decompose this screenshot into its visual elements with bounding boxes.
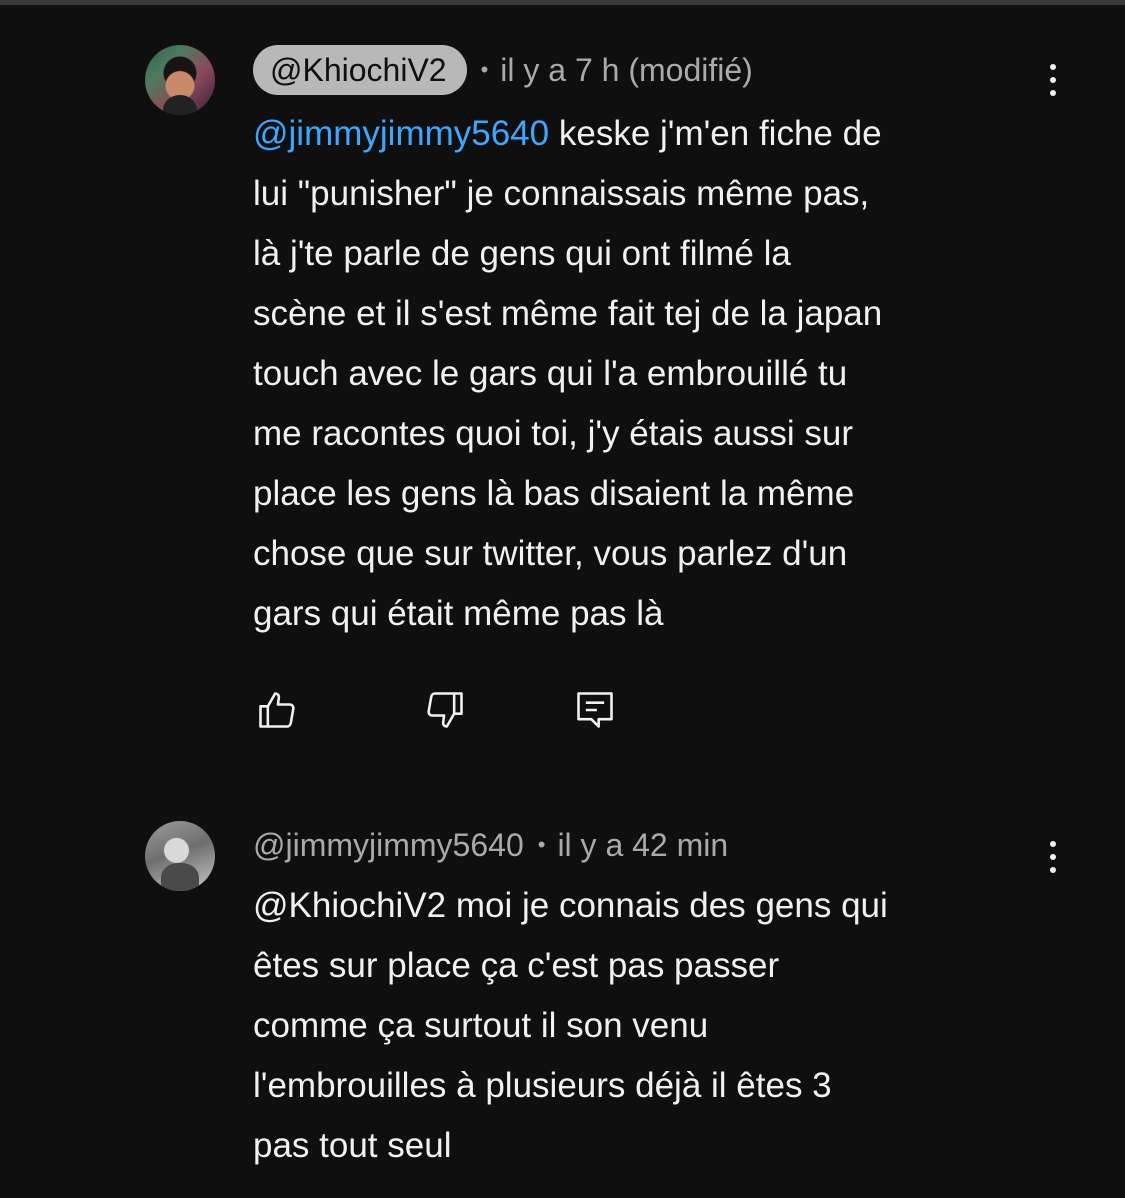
comment-line: l'embrouilles à plusieurs déjà il êtes 3	[253, 1066, 832, 1105]
comment-line: lui "punisher" je connaissais même pas,	[253, 174, 870, 213]
mention-link[interactable]: @jimmyjimmy5640	[253, 114, 549, 153]
reply-button[interactable]	[571, 685, 619, 735]
dislike-button[interactable]	[421, 685, 469, 735]
comment-line: me racontes quoi toi, j'y étais aussi su…	[253, 414, 854, 453]
meta-separator: •	[537, 832, 546, 857]
comment-line: touch avec le gars qui l'a embrouillé tu	[253, 354, 848, 393]
comment-text: @KhiochiV2 moi je connais des gens qui ê…	[253, 876, 1053, 1176]
comment-timestamp: il y a 7 h (modifié)	[500, 51, 753, 88]
comment-line: chose que sur twitter, vous parlez d'un	[253, 534, 848, 573]
reply-comment-icon	[577, 692, 613, 728]
comment-line: pas tout seul	[253, 1126, 452, 1165]
comment-line: @KhiochiV2 moi je connais des gens qui	[253, 886, 888, 925]
comment-timestamp: il y a 42 min	[557, 826, 729, 863]
comment-line: scène et il s'est même fait tej de la ja…	[253, 294, 883, 333]
comment-line: @jimmyjimmy5640 keske j'm'en fiche de	[253, 114, 882, 153]
comment-line: place les gens là bas disaient la même	[253, 474, 855, 513]
comment-line: là j'te parle de gens qui ont filmé la	[253, 234, 791, 273]
avatar[interactable]	[145, 45, 215, 115]
author-handle-highlighted[interactable]: @KhiochiV2	[253, 45, 467, 95]
author-handle[interactable]: @jimmyjimmy5640	[253, 820, 524, 870]
comment-line: gars qui était même pas là	[253, 594, 664, 633]
top-divider	[0, 0, 1125, 5]
comment-meta: @KhiochiV2 • il y a 7 h (modifié)	[253, 45, 753, 95]
avatar[interactable]	[145, 821, 215, 891]
comment-meta: @jimmyjimmy5640 • il y a 42 min	[253, 820, 728, 870]
thumbs-down-icon	[427, 692, 463, 728]
thumbs-up-icon	[259, 692, 295, 728]
comment-line: comme ça surtout il son venu	[253, 1006, 709, 1045]
more-options-icon[interactable]	[1038, 837, 1068, 877]
like-button[interactable]	[253, 685, 301, 735]
comment-line: êtes sur place ça c'est pas passer	[253, 946, 780, 985]
meta-separator: •	[480, 57, 489, 82]
comment-text: @jimmyjimmy5640 keske j'm'en fiche de lu…	[253, 104, 1053, 644]
more-options-icon[interactable]	[1038, 60, 1068, 100]
